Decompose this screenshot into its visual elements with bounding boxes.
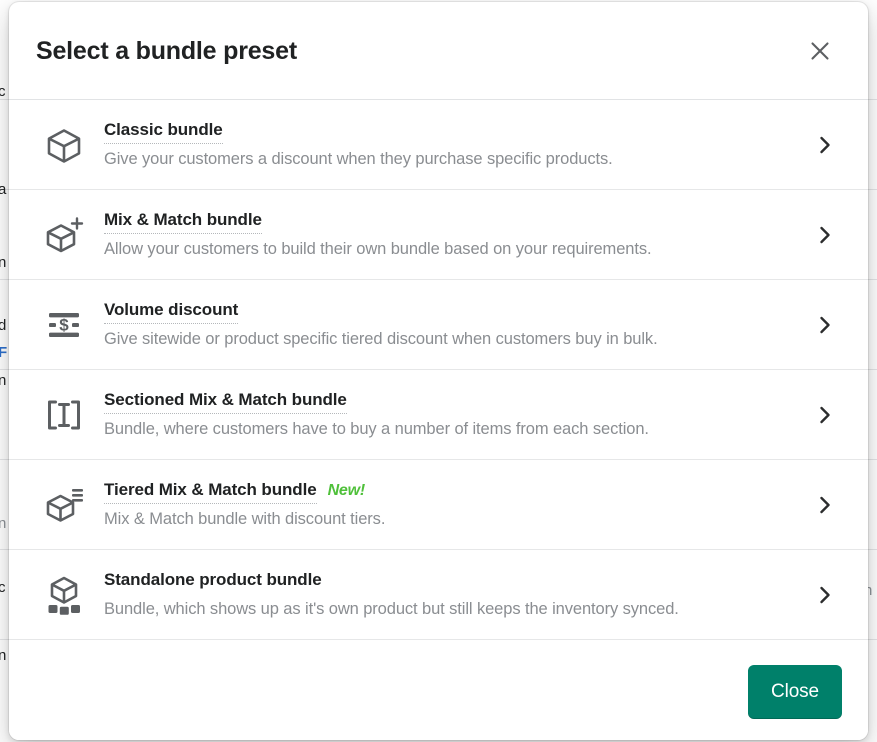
preset-title: Tiered Mix & Match bundle: [104, 479, 317, 504]
close-icon-button[interactable]: [800, 31, 840, 71]
modal-footer: Close: [9, 644, 868, 740]
background-text-fragment: c: [0, 83, 6, 100]
page-title: Select a bundle preset: [36, 36, 297, 65]
preset-text: Sectioned Mix & Match bundle Bundle, whe…: [104, 389, 808, 440]
dollar-tiers-icon: $: [36, 303, 104, 347]
preset-title: Sectioned Mix & Match bundle: [104, 389, 347, 414]
preset-row-sectioned-mix-and-match-bundle[interactable]: Sectioned Mix & Match bundle Bundle, whe…: [9, 370, 868, 460]
preset-description: Give sitewide or product specific tiered…: [104, 329, 658, 348]
background-link-fragment[interactable]: F: [0, 345, 7, 360]
preset-list: Classic bundle Give your customers a dis…: [9, 100, 868, 644]
chevron-right-icon[interactable]: [808, 494, 842, 516]
background-text-fragment: n: [0, 647, 7, 664]
box-plus-icon: [36, 213, 104, 257]
background-text-fragment: n: [0, 372, 7, 389]
preset-description: Give your customers a discount when they…: [104, 149, 613, 168]
preset-description: Bundle, where customers have to buy a nu…: [104, 419, 649, 438]
chevron-right-icon[interactable]: [808, 134, 842, 156]
preset-row-tiered-mix-and-match-bundle[interactable]: Tiered Mix & Match bundle New! Mix & Mat…: [9, 460, 868, 550]
box-icon: [36, 123, 104, 167]
preset-description: Allow your customers to build their own …: [104, 239, 652, 258]
preset-title: Volume discount: [104, 299, 238, 324]
chevron-right-icon[interactable]: [808, 404, 842, 426]
background-text-fragment: n: [0, 254, 7, 271]
preset-row-mix-and-match-bundle[interactable]: Mix & Match bundle Allow your customers …: [9, 190, 868, 280]
close-icon: [807, 38, 833, 64]
bundle-preset-modal: Select a bundle preset Classic bundle Gi…: [9, 2, 868, 740]
background-text-fragment: d: [0, 317, 7, 334]
box-components-icon: [36, 573, 104, 617]
preset-text: Classic bundle Give your customers a dis…: [104, 119, 808, 170]
preset-title: Standalone product bundle: [104, 569, 322, 589]
preset-text: Tiered Mix & Match bundle New! Mix & Mat…: [104, 479, 808, 530]
preset-text: Mix & Match bundle Allow your customers …: [104, 209, 808, 260]
new-badge: New!: [327, 481, 366, 499]
background-text-fragment: c: [0, 579, 6, 596]
svg-text:$: $: [59, 315, 69, 334]
preset-row-standalone-product-bundle[interactable]: Standalone product bundle Bundle, which …: [9, 550, 868, 640]
chevron-right-icon[interactable]: [808, 314, 842, 336]
preset-row-volume-discount[interactable]: $ Volume discount Give sitewide or produ…: [9, 280, 868, 370]
preset-description: Bundle, which shows up as it's own produ…: [104, 599, 679, 618]
modal-header: Select a bundle preset: [9, 2, 868, 100]
preset-row-classic-bundle[interactable]: Classic bundle Give your customers a dis…: [9, 100, 868, 190]
chevron-right-icon[interactable]: [808, 224, 842, 246]
background-text-fragment: a: [0, 181, 7, 198]
background-text-fragment: n: [0, 515, 7, 532]
brackets-column-icon: [36, 393, 104, 437]
preset-text: Standalone product bundle Bundle, which …: [104, 569, 808, 620]
preset-title: Mix & Match bundle: [104, 209, 262, 234]
preset-text: Volume discount Give sitewide or product…: [104, 299, 808, 350]
preset-description: Mix & Match bundle with discount tiers.: [104, 509, 386, 528]
preset-title: Classic bundle: [104, 119, 223, 144]
close-button[interactable]: Close: [748, 665, 842, 719]
chevron-right-icon[interactable]: [808, 584, 842, 606]
box-tiers-icon: [36, 483, 104, 527]
